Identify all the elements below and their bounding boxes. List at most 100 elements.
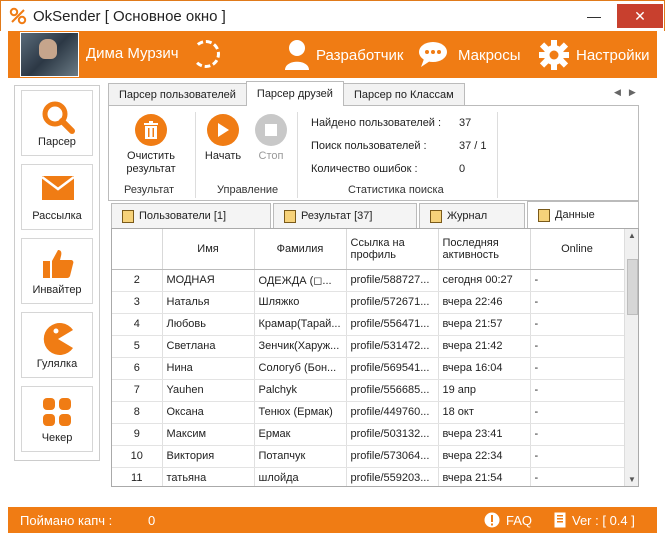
table-cell[interactable]: Максим [162, 423, 255, 446]
vertical-scrollbar[interactable]: ▲ ▼ [624, 229, 638, 486]
table-cell[interactable]: 6 [112, 357, 163, 380]
table-row[interactable]: 5 Светлана Зенчик(Харуж... profile/531472..… [112, 335, 625, 358]
table-cell[interactable]: profile/569541... [346, 357, 439, 380]
table-cell[interactable]: 19 апр [438, 379, 531, 402]
sidebar-item-checker[interactable]: Чекер [21, 386, 93, 452]
table-cell[interactable]: profile/572671... [346, 291, 439, 314]
col-header-last-name[interactable]: Фамилия [254, 229, 347, 270]
tab-result[interactable]: Результат [37] [273, 203, 417, 228]
table-cell[interactable]: 2 [112, 269, 163, 292]
table-cell[interactable]: - [530, 379, 625, 402]
table-cell[interactable]: Виктория [162, 445, 255, 468]
scroll-down-icon[interactable]: ▼ [628, 475, 636, 484]
table-cell[interactable]: Yauhen [162, 379, 255, 402]
col-header-profile-link[interactable]: Ссылка на профиль [346, 229, 439, 270]
table-cell[interactable]: вчера 22:34 [438, 445, 531, 468]
table-cell[interactable]: - [530, 445, 625, 468]
table-cell[interactable]: - [530, 291, 625, 314]
tab-data[interactable]: Данные [527, 201, 639, 228]
table-cell[interactable]: Светлана [162, 335, 255, 358]
table-cell[interactable]: Palchyk [254, 379, 347, 402]
macros-button[interactable]: Макросы [418, 37, 521, 73]
table-cell[interactable]: 11 [112, 467, 163, 486]
tab-log[interactable]: Журнал [419, 203, 525, 228]
close-button[interactable]: ✕ [617, 4, 663, 28]
table-cell[interactable]: profile/503132... [346, 423, 439, 446]
table-cell[interactable]: profile/449760... [346, 401, 439, 424]
refresh-icon[interactable] [192, 40, 220, 68]
table-cell[interactable]: вчера 16:04 [438, 357, 531, 380]
table-cell[interactable]: - [530, 423, 625, 446]
table-cell[interactable]: profile/556471... [346, 313, 439, 336]
table-cell[interactable]: шлойда [254, 467, 347, 486]
table-row[interactable]: 6 Нина Сологуб (Бон... profile/569541... вче… [112, 357, 625, 380]
table-cell[interactable]: 10 [112, 445, 163, 468]
table-cell[interactable]: 7 [112, 379, 163, 402]
table-cell[interactable]: ОДЕЖДА (◻... [254, 269, 347, 292]
table-cell[interactable]: 18 окт [438, 401, 531, 424]
table-row[interactable]: 11 татьяна шлойда profile/559203... вчера 21… [112, 467, 625, 486]
table-cell[interactable]: - [530, 313, 625, 336]
version-info[interactable]: Ver : [ 0.4 ] [554, 512, 635, 528]
table-row[interactable]: 3 Наталья Шляжко profile/572671... вчера 22:… [112, 291, 625, 314]
table-cell[interactable]: вчера 21:54 [438, 467, 531, 486]
table-cell[interactable]: вчера 23:41 [438, 423, 531, 446]
stop-button[interactable]: Стоп [251, 114, 291, 162]
sidebar-item-inviter[interactable]: Инвайтер [21, 238, 93, 304]
table-cell[interactable]: Наталья [162, 291, 255, 314]
table-cell[interactable]: - [530, 335, 625, 358]
table-cell[interactable]: - [530, 269, 625, 292]
minimize-button[interactable]: — [572, 1, 616, 31]
table-cell[interactable]: profile/531472... [346, 335, 439, 358]
table-cell[interactable]: profile/588727... [346, 269, 439, 292]
table-row[interactable]: 2 МОДНАЯ ОДЕЖДА (◻... profile/588727... сего… [112, 269, 625, 292]
table-cell[interactable]: - [530, 467, 625, 486]
table-cell[interactable]: Шляжко [254, 291, 347, 314]
tab-friends-parser[interactable]: Парсер друзей [245, 81, 344, 106]
table-cell[interactable]: Нина [162, 357, 255, 380]
clear-result-button[interactable]: Очистить результат [121, 114, 181, 176]
table-cell[interactable]: вчера 22:46 [438, 291, 531, 314]
avatar[interactable] [20, 32, 79, 77]
table-cell[interactable]: Крамар(Тарай... [254, 313, 347, 336]
faq-button[interactable]: FAQ [484, 512, 532, 528]
tab-scroll-arrows[interactable]: ◀▶ [614, 87, 644, 98]
user-name[interactable]: Дима Мурзич [86, 45, 179, 62]
table-cell[interactable]: - [530, 401, 625, 424]
col-header-last-activity[interactable]: Последняя активность [438, 229, 531, 270]
scroll-thumb[interactable] [627, 259, 638, 315]
table-row[interactable]: 7 Yauhen Palchyk profile/556685... 19 апр - [112, 379, 625, 402]
sidebar-item-mailing[interactable]: Рассылка [21, 164, 93, 230]
scroll-up-icon[interactable]: ▲ [628, 231, 636, 240]
tab-users[interactable]: Пользователи [1] [111, 203, 271, 228]
table-row[interactable]: 4 Любовь Крамар(Тарай... profile/556471... в… [112, 313, 625, 336]
table-cell[interactable]: вчера 21:57 [438, 313, 531, 336]
sidebar-item-parser[interactable]: Парсер [21, 90, 93, 156]
table-cell[interactable]: Ермак [254, 423, 347, 446]
col-header-online[interactable]: Online [530, 229, 625, 270]
settings-button[interactable]: Настройки [538, 37, 650, 73]
sidebar-item-walker[interactable]: Гулялка [21, 312, 93, 378]
table-cell[interactable]: Оксана [162, 401, 255, 424]
table-cell[interactable]: сегодня 00:27 [438, 269, 531, 292]
table-cell[interactable]: вчера 21:42 [438, 335, 531, 358]
table-cell[interactable]: 4 [112, 313, 163, 336]
start-button[interactable]: Начать [203, 114, 243, 162]
table-cell[interactable]: Зенчик(Харуж... [254, 335, 347, 358]
table-cell[interactable]: Любовь [162, 313, 255, 336]
table-cell[interactable]: МОДНАЯ [162, 269, 255, 292]
col-header-index[interactable] [112, 229, 163, 270]
table-cell[interactable]: татьяна [162, 467, 255, 486]
table-row[interactable]: 9 Максим Ермак profile/503132... вчера 23:41… [112, 423, 625, 446]
table-cell[interactable]: 5 [112, 335, 163, 358]
table-cell[interactable]: 3 [112, 291, 163, 314]
table-cell[interactable]: Тенюх (Ермак) [254, 401, 347, 424]
developer-button[interactable]: Разработчик [284, 37, 403, 73]
table-cell[interactable]: - [530, 357, 625, 380]
table-cell[interactable]: profile/559203... [346, 467, 439, 486]
table-row[interactable]: 10 Виктория Потапчук profile/573064... вчера… [112, 445, 625, 468]
tab-class-parser[interactable]: Парсер по Классам [342, 83, 465, 106]
table-cell[interactable]: 9 [112, 423, 163, 446]
table-cell[interactable]: profile/556685... [346, 379, 439, 402]
table-cell[interactable]: Потапчук [254, 445, 347, 468]
